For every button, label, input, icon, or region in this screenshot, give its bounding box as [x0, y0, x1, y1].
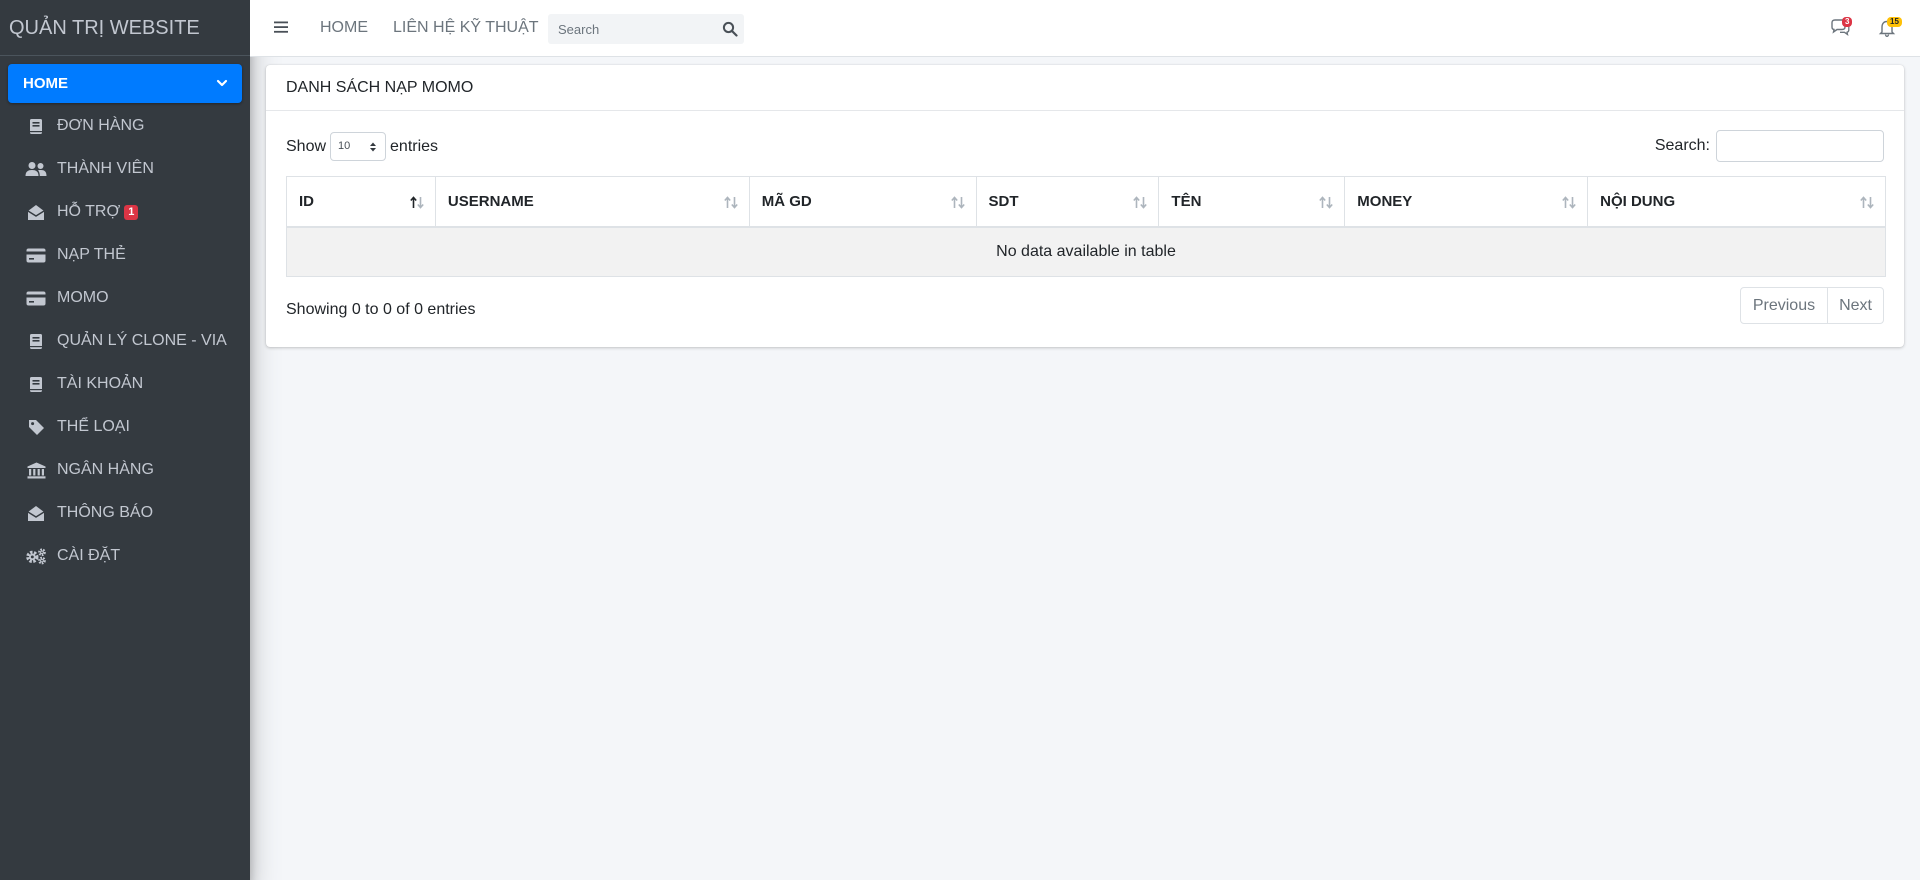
sidebar-item-label: THÀNH VIÊN [57, 160, 154, 177]
show-label: Show [286, 137, 327, 155]
sidebar-item-categories[interactable]: THỂ LOẠI [8, 407, 242, 447]
sidebar-item-orders[interactable]: ĐƠN HÀNG [8, 106, 242, 146]
column-header-name[interactable]: TÊN [1158, 176, 1346, 228]
nav-link-home[interactable]: HOME [320, 19, 368, 37]
sidebar-item-label: NẠP THẺ [57, 246, 126, 263]
column-header-label: NỘI DUNG [1600, 192, 1676, 210]
sidebar-item-support[interactable]: HỖ TRỢ 1 [8, 192, 242, 232]
sidebar-item-label: QUẢN LÝ CLONE - VIA [57, 332, 227, 349]
previous-page-button[interactable]: Previous [1741, 288, 1827, 323]
sort-icon [1860, 196, 1874, 209]
page-length-select[interactable]: 10 [330, 132, 387, 161]
book-icon [25, 117, 47, 135]
sidebar-item-clone-via[interactable]: QUẢN LÝ CLONE - VIA [8, 321, 242, 361]
sort-icon [1562, 196, 1576, 209]
sidebar-item-settings[interactable]: CÀI ĐẶT [8, 536, 242, 576]
column-header-label: MONEY [1357, 192, 1413, 210]
credit-card-icon [25, 289, 47, 307]
search-icon[interactable] [722, 21, 738, 37]
tag-icon [25, 418, 47, 436]
table-search: Search: [1655, 130, 1884, 162]
pagination: Previous Next [1739, 287, 1884, 324]
sidebar-item-label: HOME [23, 75, 68, 92]
page-length-control: Show 10 entries [286, 132, 438, 161]
select-arrows-icon [370, 142, 377, 152]
sidebar-item-label: THÔNG BÁO [57, 504, 154, 521]
book-icon [25, 375, 47, 393]
navbar-search-input[interactable] [548, 14, 708, 44]
notifications-count-badge: 15 [1887, 17, 1902, 27]
sort-icon [950, 196, 965, 209]
sidebar-item-label: TÀI KHOẢN [57, 375, 144, 392]
momo-table: ID USERNAME MÃ GD SDT TÊN MONEY NỘI DUNG… [286, 176, 1886, 277]
sidebar-item-home[interactable]: HOME [8, 64, 242, 103]
table-info: Showing 0 to 0 of 0 entries [286, 301, 476, 318]
sidebar-item-label: HỖ TRỢ 1 [57, 203, 139, 221]
column-header-id[interactable]: ID [286, 176, 436, 228]
sidebar-item-text: HỖ TRỢ [57, 203, 121, 220]
cogs-icon [25, 547, 47, 565]
column-header-label: SDT [988, 192, 1019, 210]
sidebar-item-label: NGÂN HÀNG [57, 461, 154, 478]
book-icon [25, 332, 47, 350]
column-header-username[interactable]: USERNAME [434, 176, 750, 228]
column-header-label: USERNAME [447, 192, 534, 210]
column-header-label: TÊN [1171, 192, 1202, 210]
sort-icon [1319, 196, 1334, 209]
envelope-open-icon [25, 203, 47, 221]
column-header-label: ID [299, 192, 314, 210]
envelope-open-icon [25, 504, 47, 522]
sidebar-item-label: MOMO [57, 289, 109, 306]
messages-count-badge: 3 [1842, 17, 1853, 27]
sort-icon [723, 196, 738, 209]
brand-title[interactable]: QUẢN TRỊ WEBSITE [0, 0, 250, 56]
support-count-badge: 1 [124, 205, 139, 220]
chevron-down-icon [216, 79, 228, 87]
sidebar-item-momo[interactable]: MOMO [8, 278, 242, 318]
hamburger-menu-icon[interactable] [274, 20, 288, 34]
sidebar-item-label: THỂ LOẠI [57, 418, 130, 435]
column-header-money[interactable]: MONEY [1344, 176, 1589, 228]
navbar-search [548, 14, 744, 44]
credit-card-icon [25, 246, 47, 264]
sidebar-item-label: ĐƠN HÀNG [57, 117, 145, 134]
column-header-transaction-code[interactable]: MÃ GD [748, 176, 977, 228]
sidebar-item-notifications[interactable]: THÔNG BÁO [8, 493, 242, 533]
page-length-value: 10 [338, 140, 351, 152]
card-title: DANH SÁCH NẠP MOMO [266, 65, 1904, 111]
messages-button[interactable]: 3 [1830, 0, 1860, 56]
empty-table-message: No data available in table [286, 226, 1886, 277]
top-navbar: HOME LIÊN HỆ KỸ THUẬT 3 15 [250, 0, 1920, 57]
momo-topup-card: DANH SÁCH NẠP MOMO Show 10 entries Searc… [266, 65, 1904, 347]
users-icon [25, 160, 47, 178]
table-search-input[interactable] [1716, 130, 1884, 162]
next-page-button[interactable]: Next [1827, 288, 1883, 323]
sidebar-nav: HOME ĐƠN HÀNG THÀNH VIÊN HỖ TRỢ 1 NẠP THẺ… [0, 56, 250, 576]
bank-icon [25, 461, 47, 479]
sidebar-item-topup-card[interactable]: NẠP THẺ [8, 235, 242, 275]
column-header-label: MÃ GD [761, 192, 812, 210]
column-header-content[interactable]: NỘI DUNG [1587, 176, 1886, 228]
sort-asc-icon [410, 196, 424, 209]
sidebar-item-label: CÀI ĐẶT [57, 547, 121, 564]
column-header-phone[interactable]: SDT [975, 176, 1160, 228]
entries-label: entries [390, 137, 439, 155]
table-search-label: Search: [1654, 137, 1710, 154]
sidebar-item-banks[interactable]: NGÂN HÀNG [8, 450, 242, 490]
table-header-row: ID USERNAME MÃ GD SDT TÊN MONEY NỘI DUNG [286, 176, 1886, 228]
sort-icon [1133, 196, 1148, 209]
sidebar-item-accounts[interactable]: TÀI KHOẢN [8, 364, 242, 404]
sidebar: QUẢN TRỊ WEBSITE HOME ĐƠN HÀNG THÀNH VIÊ… [0, 0, 250, 880]
nav-link-contact-technical[interactable]: LIÊN HỆ KỸ THUẬT [393, 19, 539, 37]
notifications-button[interactable]: 15 [1878, 0, 1908, 56]
table-row: No data available in table [286, 226, 1886, 277]
sidebar-item-members[interactable]: THÀNH VIÊN [8, 149, 242, 189]
